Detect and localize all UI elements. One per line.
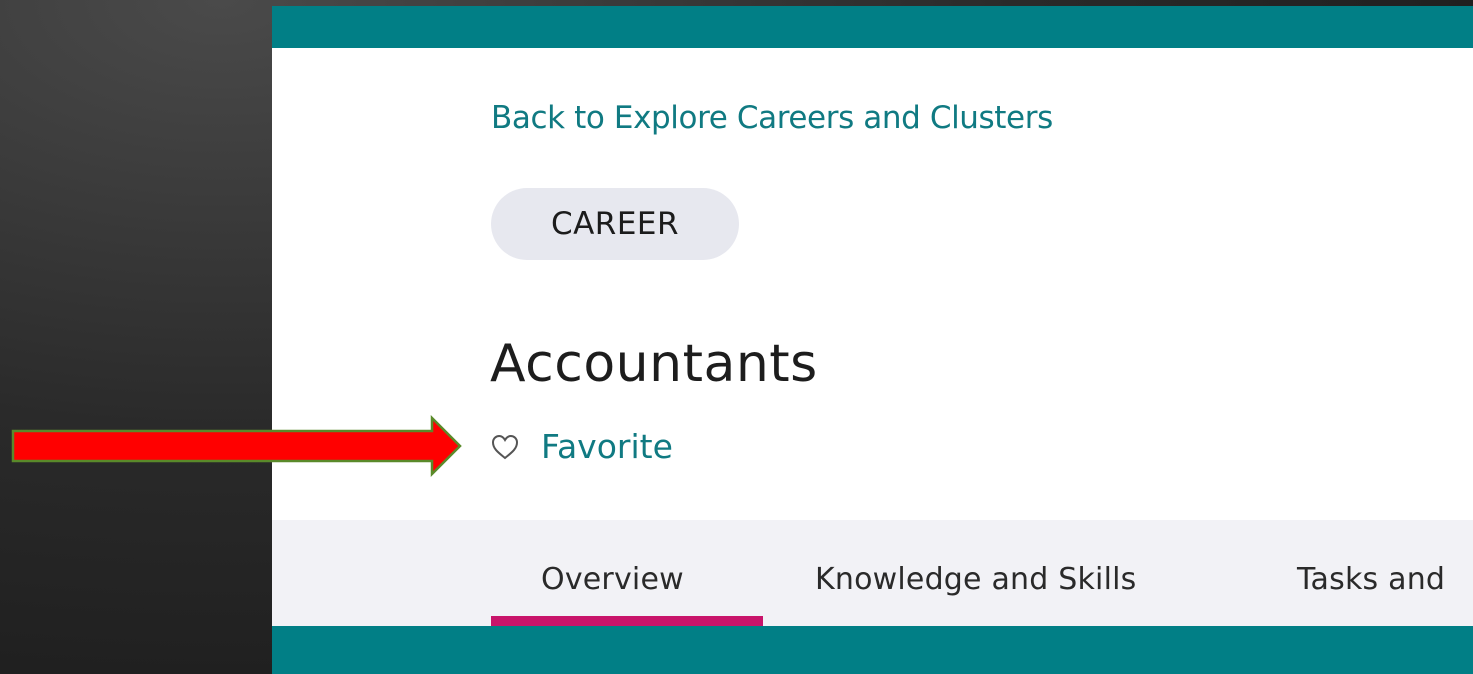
career-type-badge-label: CAREER bbox=[550, 206, 680, 242]
tab-tasks-and[interactable]: Tasks and bbox=[1297, 562, 1445, 597]
career-type-badge: CAREER bbox=[491, 188, 739, 260]
favorite-label: Favorite bbox=[541, 427, 673, 466]
page-title: Accountants bbox=[490, 334, 818, 394]
favorite-button[interactable]: Favorite bbox=[491, 430, 673, 463]
tab-knowledge-and-skills[interactable]: Knowledge and Skills bbox=[815, 562, 1136, 597]
tab-overview[interactable]: Overview bbox=[541, 562, 684, 597]
back-to-explore-link[interactable]: Back to Explore Careers and Clusters bbox=[491, 100, 1053, 136]
annotation-arrow bbox=[11, 414, 462, 478]
heart-outline-icon bbox=[491, 434, 519, 460]
